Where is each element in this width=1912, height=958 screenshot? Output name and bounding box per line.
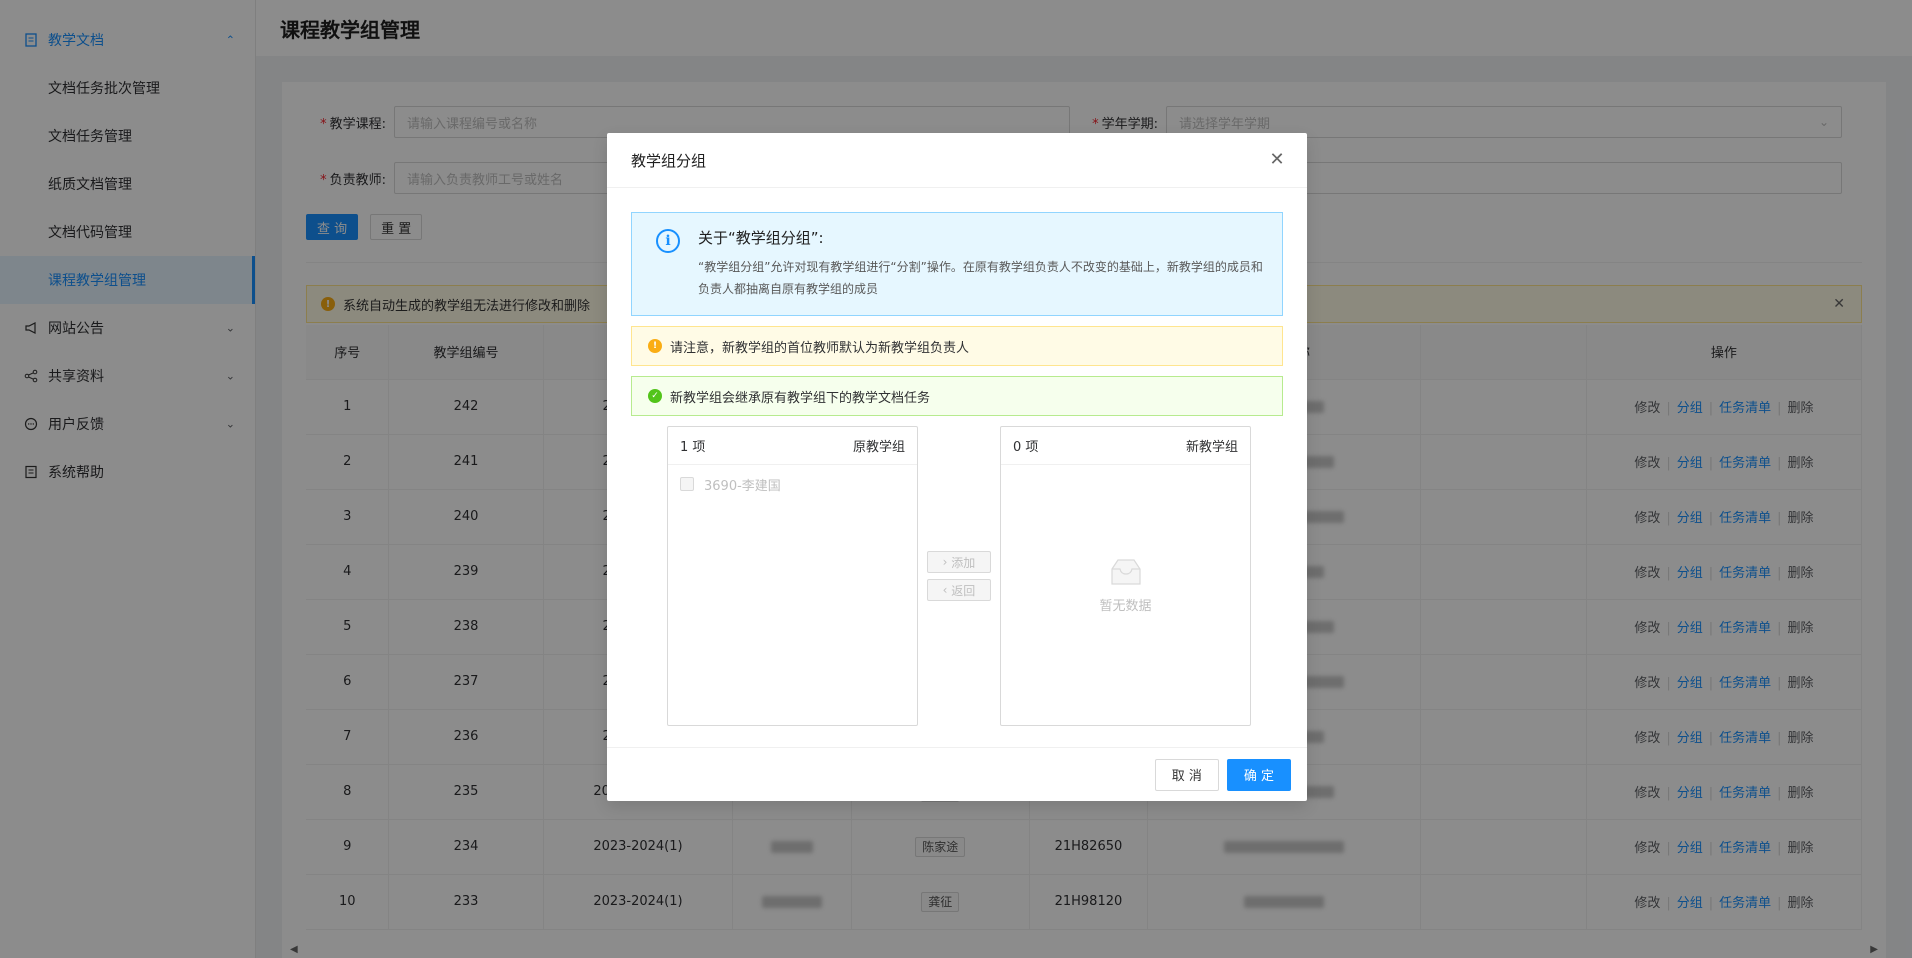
left-title: 原教学组	[852, 440, 905, 455]
empty-state: 暂无数据	[1001, 557, 1250, 614]
modal-header: 教学组分组 ✕	[607, 133, 1307, 188]
transfer-item[interactable]: 3690-李建国	[668, 465, 917, 503]
split-group-modal: 教学组分组 ✕ i 关于“教学组分组”: “教学组分组”允许对现有教学组进行“分…	[607, 133, 1307, 801]
info-box: i 关于“教学组分组”: “教学组分组”允许对现有教学组进行“分割”操作。在原有…	[631, 212, 1283, 316]
transfer-operations: › 添加 ‹ 返回	[918, 426, 1000, 726]
transfer-item-label: 3690-李建国	[704, 478, 781, 494]
modal-body: i 关于“教学组分组”: “教学组分组”允许对现有教学组进行“分割”操作。在原有…	[607, 188, 1307, 726]
left-count: 1 项	[680, 440, 706, 455]
checkbox[interactable]	[680, 477, 694, 491]
transfer-left-list: 1 项 原教学组 3690-李建国	[667, 426, 918, 726]
info-title: 关于“教学组分组”:	[698, 229, 824, 247]
cancel-button[interactable]: 取 消	[1154, 758, 1219, 791]
transfer-left-header: 1 项 原教学组	[668, 427, 917, 465]
warning-alert: ! 请注意，新教学组的首位教师默认为新教学组负责人	[631, 326, 1283, 366]
confirm-button[interactable]: 确 定	[1226, 758, 1291, 791]
back-button[interactable]: ‹ 返回	[927, 579, 991, 601]
chevron-left-icon: ‹	[942, 583, 952, 597]
right-count: 0 项	[1013, 440, 1039, 455]
close-icon[interactable]: ✕	[1265, 147, 1289, 171]
modal-footer: 取 消 确 定	[607, 747, 1307, 801]
info-desc: “教学组分组”允许对现有教学组进行“分割”操作。在原有教学组负责人不改变的基础上…	[698, 260, 1263, 296]
transfer-right-list: 0 项 新教学组 暂无数据	[1000, 426, 1251, 726]
info-icon: i	[656, 229, 680, 253]
empty-inbox-icon	[1110, 559, 1141, 585]
success-alert-text: 新教学组会继承原有教学组下的教学文档任务	[670, 390, 931, 406]
check-circle-icon: ✓	[648, 389, 662, 403]
success-alert: ✓ 新教学组会继承原有教学组下的教学文档任务	[631, 376, 1283, 416]
modal-title: 教学组分组	[631, 151, 707, 170]
warning-icon: !	[648, 339, 662, 353]
chevron-right-icon: ›	[942, 555, 952, 569]
add-button[interactable]: › 添加	[927, 551, 991, 573]
right-title: 新教学组	[1185, 440, 1238, 455]
transfer-right-header: 0 项 新教学组	[1001, 427, 1250, 465]
warning-alert-text: 请注意，新教学组的首位教师默认为新教学组负责人	[670, 340, 970, 356]
empty-text: 暂无数据	[1099, 599, 1152, 614]
transfer: 1 项 原教学组 3690-李建国 › 添加 ‹ 返回 0 项 新教学组 暂无数…	[631, 426, 1283, 726]
